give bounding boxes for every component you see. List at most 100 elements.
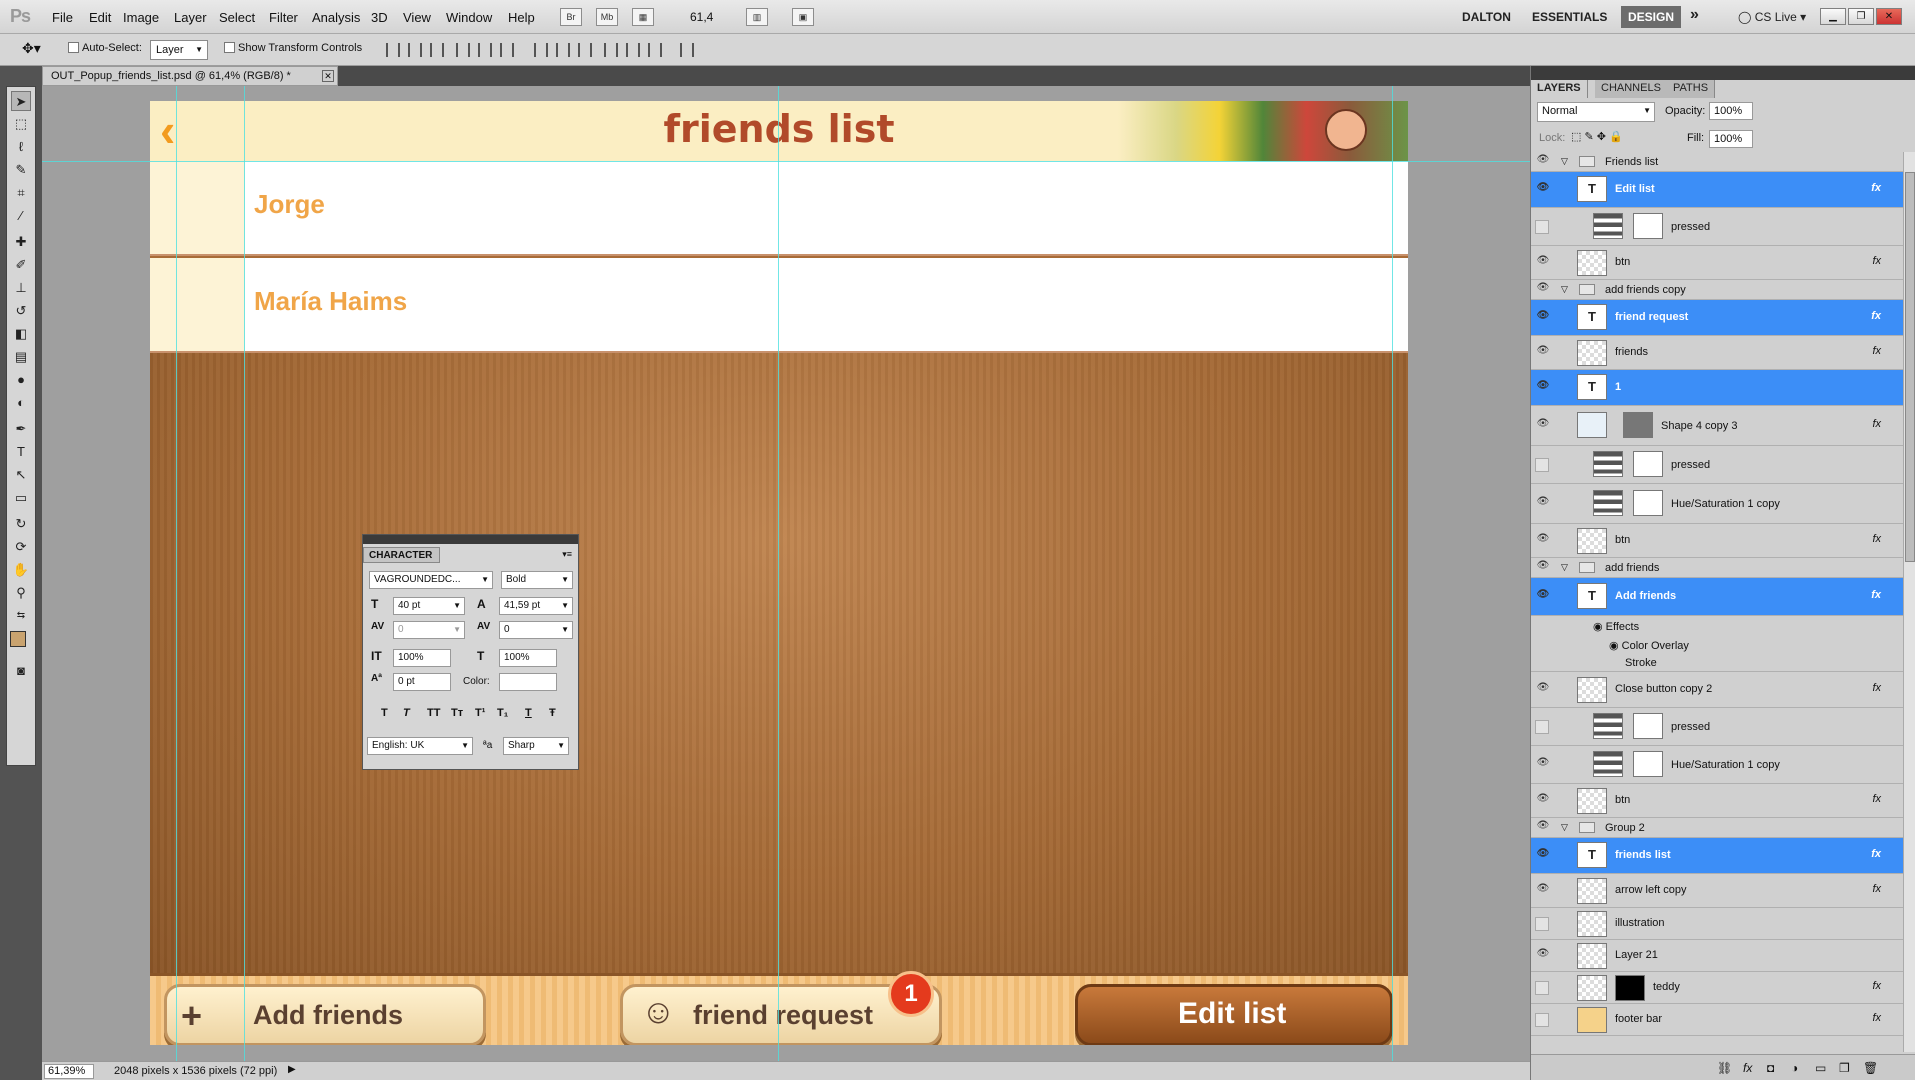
workspace-dalton[interactable]: DALTON	[1462, 10, 1511, 24]
align-bottom-icon[interactable]	[430, 43, 444, 57]
layer-group[interactable]: 👁 ▽ add friends	[1531, 558, 1903, 578]
lock-icons[interactable]: ⬚ ✎ ✥ 🔒	[1571, 130, 1623, 143]
cs-live-button[interactable]: ◯ CS Live ▾	[1738, 10, 1806, 24]
font-family-select[interactable]: VAGROUNDEDC...	[369, 571, 493, 589]
strikethrough-icon[interactable]: Ŧ	[549, 707, 556, 719]
zoom-field[interactable]: 61,39%	[44, 1064, 94, 1079]
hand-tool-icon[interactable]: ✋	[11, 560, 31, 580]
screen-mode-button[interactable]: ▣	[792, 8, 814, 26]
document-info[interactable]: 2048 pixels x 1536 pixels (72 ppi)	[114, 1065, 277, 1077]
swap-colors-icon[interactable]: ⇆	[11, 606, 31, 626]
language-select[interactable]: English: UK	[367, 737, 473, 755]
brush-tool-icon[interactable]: ✐	[11, 255, 31, 275]
visibility-toggle[interactable]	[1535, 981, 1549, 995]
effects-icon[interactable]: fx	[1872, 793, 1881, 805]
dodge-tool-icon[interactable]: ◐	[11, 393, 31, 413]
layer-row[interactable]: 👁 T friend request fx	[1531, 300, 1903, 336]
effects-icon[interactable]: fx	[1872, 345, 1881, 357]
eye-icon[interactable]: 👁	[1535, 682, 1551, 698]
eye-icon[interactable]: 👁	[1535, 793, 1551, 809]
auto-select-target-select[interactable]: Layer	[150, 40, 208, 60]
layer-group[interactable]: 👁 ▽ Group 2	[1531, 818, 1903, 838]
layer-row[interactable]: 👁 T Edit list fx	[1531, 172, 1903, 208]
quick-selection-icon[interactable]: ✎	[11, 160, 31, 180]
tab-layers[interactable]: LAYERS	[1531, 80, 1588, 98]
bridge-button[interactable]: Br	[560, 8, 582, 26]
eye-icon[interactable]: 👁	[1535, 589, 1551, 605]
new-adjustment-icon[interactable]: ◑	[1791, 1061, 1798, 1075]
blur-tool-icon[interactable]: ●	[11, 370, 31, 390]
layer-row[interactable]: 👁 T friends list fx	[1531, 838, 1903, 874]
leading-field[interactable]: 41,59 pt	[499, 597, 573, 615]
show-transform-checkbox[interactable]: Show Transform Controls	[224, 42, 362, 54]
align-left-icon[interactable]	[456, 43, 470, 57]
distribute-right-icon[interactable]	[648, 43, 662, 57]
character-tab[interactable]: CHARACTER	[363, 547, 440, 563]
layer-row[interactable]: 👁 friends fx	[1531, 336, 1903, 370]
effects-icon[interactable]: fx	[1872, 1012, 1881, 1024]
add-style-icon[interactable]: fx	[1743, 1061, 1752, 1075]
delete-layer-icon[interactable]: 🗑	[1863, 1061, 1878, 1075]
eye-icon[interactable]: 👁	[1535, 757, 1551, 773]
eye-icon[interactable]: 👁	[1535, 182, 1551, 198]
move-tool-icon[interactable]: ➤	[11, 91, 31, 111]
layer-row[interactable]: 👁 btn fx	[1531, 524, 1903, 558]
menu-filter[interactable]: Filter	[269, 10, 298, 25]
menu-layer[interactable]: Layer	[174, 10, 207, 25]
text-color-swatch[interactable]	[499, 673, 557, 691]
visibility-toggle[interactable]	[1535, 1013, 1549, 1027]
zoom-level[interactable]: 61,4	[690, 10, 713, 24]
layer-row[interactable]: 👁 btn fx	[1531, 784, 1903, 818]
tracking-field[interactable]: 0	[499, 621, 573, 639]
minibridge-button[interactable]: Mb	[596, 8, 618, 26]
effects-icon[interactable]: fx	[1872, 533, 1881, 545]
more-workspaces-icon[interactable]: »	[1690, 6, 1699, 24]
tab-paths[interactable]: PATHS	[1667, 80, 1716, 98]
align-vcenter-icon[interactable]	[408, 43, 422, 57]
menu-file[interactable]: File	[52, 10, 73, 25]
eye-icon[interactable]: 👁	[1535, 533, 1551, 549]
visibility-toggle[interactable]	[1535, 220, 1549, 234]
layer-row[interactable]: pressed	[1531, 708, 1903, 746]
layer-row[interactable]: pressed	[1531, 446, 1903, 484]
eye-icon[interactable]: 👁	[1535, 820, 1551, 836]
eye-icon[interactable]: 👁	[1535, 560, 1551, 576]
menu-analysis[interactable]: Analysis	[312, 10, 360, 25]
kerning-field[interactable]: 0	[393, 621, 465, 639]
effects-icon[interactable]: fx	[1871, 182, 1881, 194]
layer-row[interactable]: teddy fx	[1531, 972, 1903, 1004]
foreground-color-swatch[interactable]	[10, 631, 26, 647]
marquee-tool-icon[interactable]: ⬚	[11, 114, 31, 134]
history-brush-icon[interactable]: ↺	[11, 301, 31, 321]
path-selection-icon[interactable]: ↖	[11, 465, 31, 485]
faux-italic-icon[interactable]: T	[403, 707, 410, 719]
menu-window[interactable]: Window	[446, 10, 492, 25]
effects-row[interactable]: ◉ Effects	[1531, 616, 1903, 636]
add-mask-icon[interactable]: ◘	[1767, 1061, 1774, 1075]
view-extras-button[interactable]: ▦	[632, 8, 654, 26]
layer-row[interactable]: 👁 Close button copy 2 fx	[1531, 672, 1903, 708]
quick-mask-icon[interactable]: ◙	[11, 661, 31, 681]
distribute-hcenter-icon[interactable]	[626, 43, 640, 57]
opacity-field[interactable]: 100%	[1709, 102, 1753, 120]
layer-row[interactable]: 👁 T Add friends fx	[1531, 578, 1903, 616]
horizontal-scale-field[interactable]: 100%	[499, 649, 557, 667]
eye-icon[interactable]: 👁	[1535, 255, 1551, 271]
layer-row[interactable]: pressed	[1531, 208, 1903, 246]
visibility-toggle[interactable]	[1535, 458, 1549, 472]
eyedropper-icon[interactable]: ⁄	[11, 206, 31, 226]
scrollbar-thumb[interactable]	[1905, 172, 1915, 562]
workspace-essentials[interactable]: ESSENTIALS	[1532, 10, 1607, 24]
eye-icon[interactable]: 👁	[1535, 948, 1551, 964]
3d-rotate-icon[interactable]: ↻	[11, 514, 31, 534]
faux-bold-icon[interactable]: T	[381, 707, 388, 719]
subscript-icon[interactable]: T₁	[497, 707, 508, 719]
eye-icon[interactable]: 👁	[1535, 883, 1551, 899]
small-caps-icon[interactable]: Tт	[451, 707, 463, 719]
layer-row[interactable]: 👁 T 1	[1531, 370, 1903, 406]
restore-icon[interactable]: ❐	[1848, 8, 1874, 25]
menu-image[interactable]: Image	[123, 10, 159, 25]
distribute-vcenter-icon[interactable]	[556, 43, 570, 57]
effects-icon[interactable]: fx	[1872, 418, 1881, 430]
layer-row[interactable]: 👁 arrow left copy fx	[1531, 874, 1903, 908]
